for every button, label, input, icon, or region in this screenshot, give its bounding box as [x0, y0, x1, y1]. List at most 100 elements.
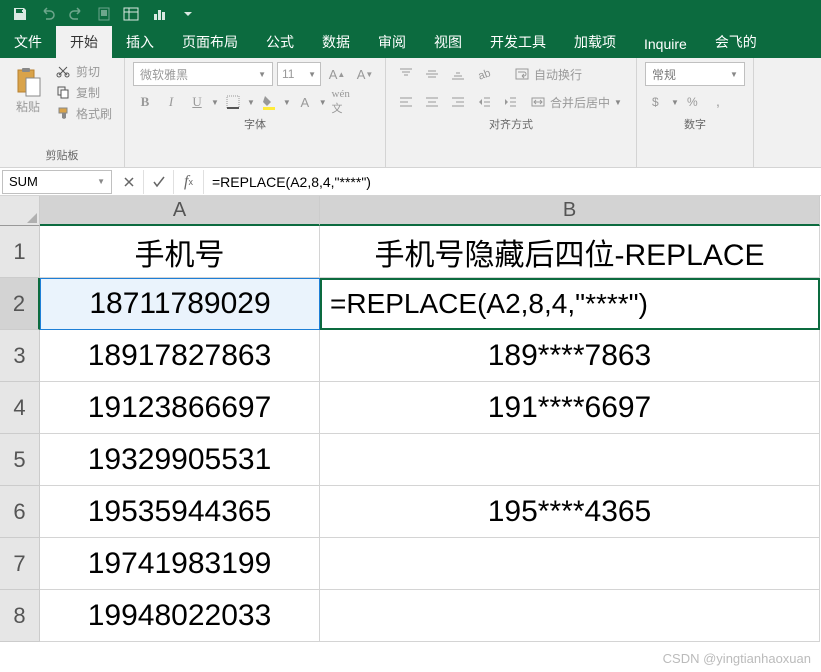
cancel-formula-button[interactable] — [114, 170, 144, 194]
border-button[interactable] — [221, 90, 245, 114]
cell-A5[interactable]: 19329905531 — [40, 434, 320, 486]
watermark: CSDN @yingtianhaoxuan — [663, 651, 811, 666]
svg-text:,: , — [716, 94, 720, 109]
wrap-icon — [514, 66, 530, 82]
number-group-label: 数字 — [645, 114, 745, 134]
align-center-button[interactable] — [420, 90, 444, 114]
cell-B8[interactable] — [320, 590, 820, 642]
cell-B1[interactable]: 手机号隐藏后四位-REPLACE — [320, 226, 820, 278]
name-box[interactable]: SUM▼ — [2, 170, 112, 194]
insert-function-button[interactable]: fx — [174, 170, 204, 194]
copy-button[interactable]: 复制 — [52, 83, 116, 102]
cell-A1[interactable]: 手机号 — [40, 226, 320, 278]
bold-button[interactable]: B — [133, 90, 157, 114]
redo-icon[interactable] — [64, 2, 88, 26]
tab-formulas[interactable]: 公式 — [252, 26, 308, 58]
cell-B2[interactable]: REPLACE(old_text, start_num, num_chars, … — [320, 278, 820, 330]
row-header-1[interactable]: 1 — [0, 226, 40, 278]
cell-A6[interactable]: 19535944365 — [40, 486, 320, 538]
chevron-down-icon: ▼ — [308, 70, 316, 79]
increase-indent-button[interactable] — [498, 90, 522, 114]
cell-B3[interactable]: 189****7863 — [320, 330, 820, 382]
row-header-3[interactable]: 3 — [0, 330, 40, 382]
comma-button[interactable]: , — [707, 90, 731, 114]
enter-formula-button[interactable] — [144, 170, 174, 194]
row-header-4[interactable]: 4 — [0, 382, 40, 434]
tab-home[interactable]: 开始 — [56, 26, 112, 58]
row-header-2[interactable]: 2 — [0, 278, 40, 330]
col-header-A[interactable]: A — [40, 196, 320, 226]
pivot-icon[interactable] — [120, 2, 144, 26]
increase-font-button[interactable]: A▲ — [325, 62, 349, 86]
cell-B7[interactable] — [320, 538, 820, 590]
cell-B4[interactable]: 191****6697 — [320, 382, 820, 434]
tab-developer[interactable]: 开发工具 — [476, 26, 560, 58]
chevron-down-icon[interactable]: ▼ — [211, 98, 219, 107]
paste-label: 粘贴 — [16, 98, 40, 115]
col-header-B[interactable]: B — [320, 196, 820, 226]
merge-center-button[interactable]: 合并后居中 ▼ — [524, 92, 628, 113]
align-left-button[interactable] — [394, 90, 418, 114]
align-middle-button[interactable] — [420, 62, 444, 86]
chevron-down-icon[interactable]: ▼ — [671, 98, 679, 107]
font-color-button[interactable]: A — [293, 90, 317, 114]
underline-button[interactable]: U — [185, 90, 209, 114]
group-alignment: ab 自动换行 合并后居中 ▼ 对齐方式 — [386, 58, 637, 167]
wrap-text-button[interactable]: 自动换行 — [508, 64, 588, 85]
cell-A4[interactable]: 19123866697 — [40, 382, 320, 434]
fill-color-button[interactable] — [257, 90, 281, 114]
font-size-combo[interactable]: 11▼ — [277, 62, 321, 86]
touch-mode-icon[interactable] — [92, 2, 116, 26]
tab-layout[interactable]: 页面布局 — [168, 26, 252, 58]
row-header-5[interactable]: 5 — [0, 434, 40, 486]
chevron-down-icon[interactable]: ▼ — [247, 98, 255, 107]
italic-button[interactable]: I — [159, 90, 183, 114]
align-top-button[interactable] — [394, 62, 418, 86]
cell-A7[interactable]: 19741983199 — [40, 538, 320, 590]
align-right-button[interactable] — [446, 90, 470, 114]
cell-B5[interactable] — [320, 434, 820, 486]
qat-more-icon[interactable] — [176, 2, 200, 26]
tab-review[interactable]: 审阅 — [364, 26, 420, 58]
formula-input[interactable] — [204, 170, 821, 194]
row-header-6[interactable]: 6 — [0, 486, 40, 538]
number-format-combo[interactable]: 常规▼ — [645, 62, 745, 86]
undo-icon[interactable] — [36, 2, 60, 26]
row-header-7[interactable]: 7 — [0, 538, 40, 590]
decrease-indent-button[interactable] — [472, 90, 496, 114]
group-font: 微软雅黑▼ 11▼ A▲ A▼ B I U ▼ ▼ ▼ A ▼ wén文 字体 — [125, 58, 386, 167]
phonetic-button[interactable]: wén文 — [329, 90, 353, 114]
cell-A2[interactable]: 18711789029 — [40, 278, 320, 330]
orientation-button[interactable]: ab — [472, 62, 496, 86]
format-painter-button[interactable]: 格式刷 — [52, 104, 116, 123]
row-header-8[interactable]: 8 — [0, 590, 40, 642]
svg-text:ab: ab — [477, 67, 492, 82]
paste-button[interactable]: 粘贴 — [8, 62, 48, 145]
cell-B6[interactable]: 195****4365 — [320, 486, 820, 538]
tab-addins[interactable]: 加载项 — [560, 26, 630, 58]
chevron-down-icon[interactable]: ▼ — [319, 98, 327, 107]
tab-inquire[interactable]: Inquire — [630, 30, 701, 58]
tab-view[interactable]: 视图 — [420, 26, 476, 58]
percent-button[interactable]: % — [681, 90, 705, 114]
accounting-button[interactable]: $ — [645, 90, 669, 114]
align-bottom-button[interactable] — [446, 62, 470, 86]
save-icon[interactable] — [8, 2, 32, 26]
svg-text:$: $ — [652, 95, 659, 109]
cell-A8[interactable]: 19948022033 — [40, 590, 320, 642]
quick-access-toolbar — [0, 0, 821, 28]
font-name-combo[interactable]: 微软雅黑▼ — [133, 62, 273, 86]
spreadsheet-grid: 1 2 3 4 5 6 7 8 A B 手机号 手机号隐藏后四位-REPLACE… — [0, 196, 821, 642]
tab-data[interactable]: 数据 — [308, 26, 364, 58]
chart-icon[interactable] — [148, 2, 172, 26]
select-all-corner[interactable] — [0, 196, 40, 226]
tab-extra[interactable]: 会飞的 — [701, 26, 771, 58]
group-number: 常规▼ $ ▼ % , 数字 — [637, 58, 754, 167]
decrease-font-button[interactable]: A▼ — [353, 62, 377, 86]
tab-insert[interactable]: 插入 — [112, 26, 168, 58]
chevron-down-icon[interactable]: ▼ — [283, 98, 291, 107]
cut-button[interactable]: 剪切 — [52, 62, 116, 81]
cell-A3[interactable]: 18917827863 — [40, 330, 320, 382]
svg-text:%: % — [687, 95, 698, 109]
tab-file[interactable]: 文件 — [0, 26, 56, 58]
